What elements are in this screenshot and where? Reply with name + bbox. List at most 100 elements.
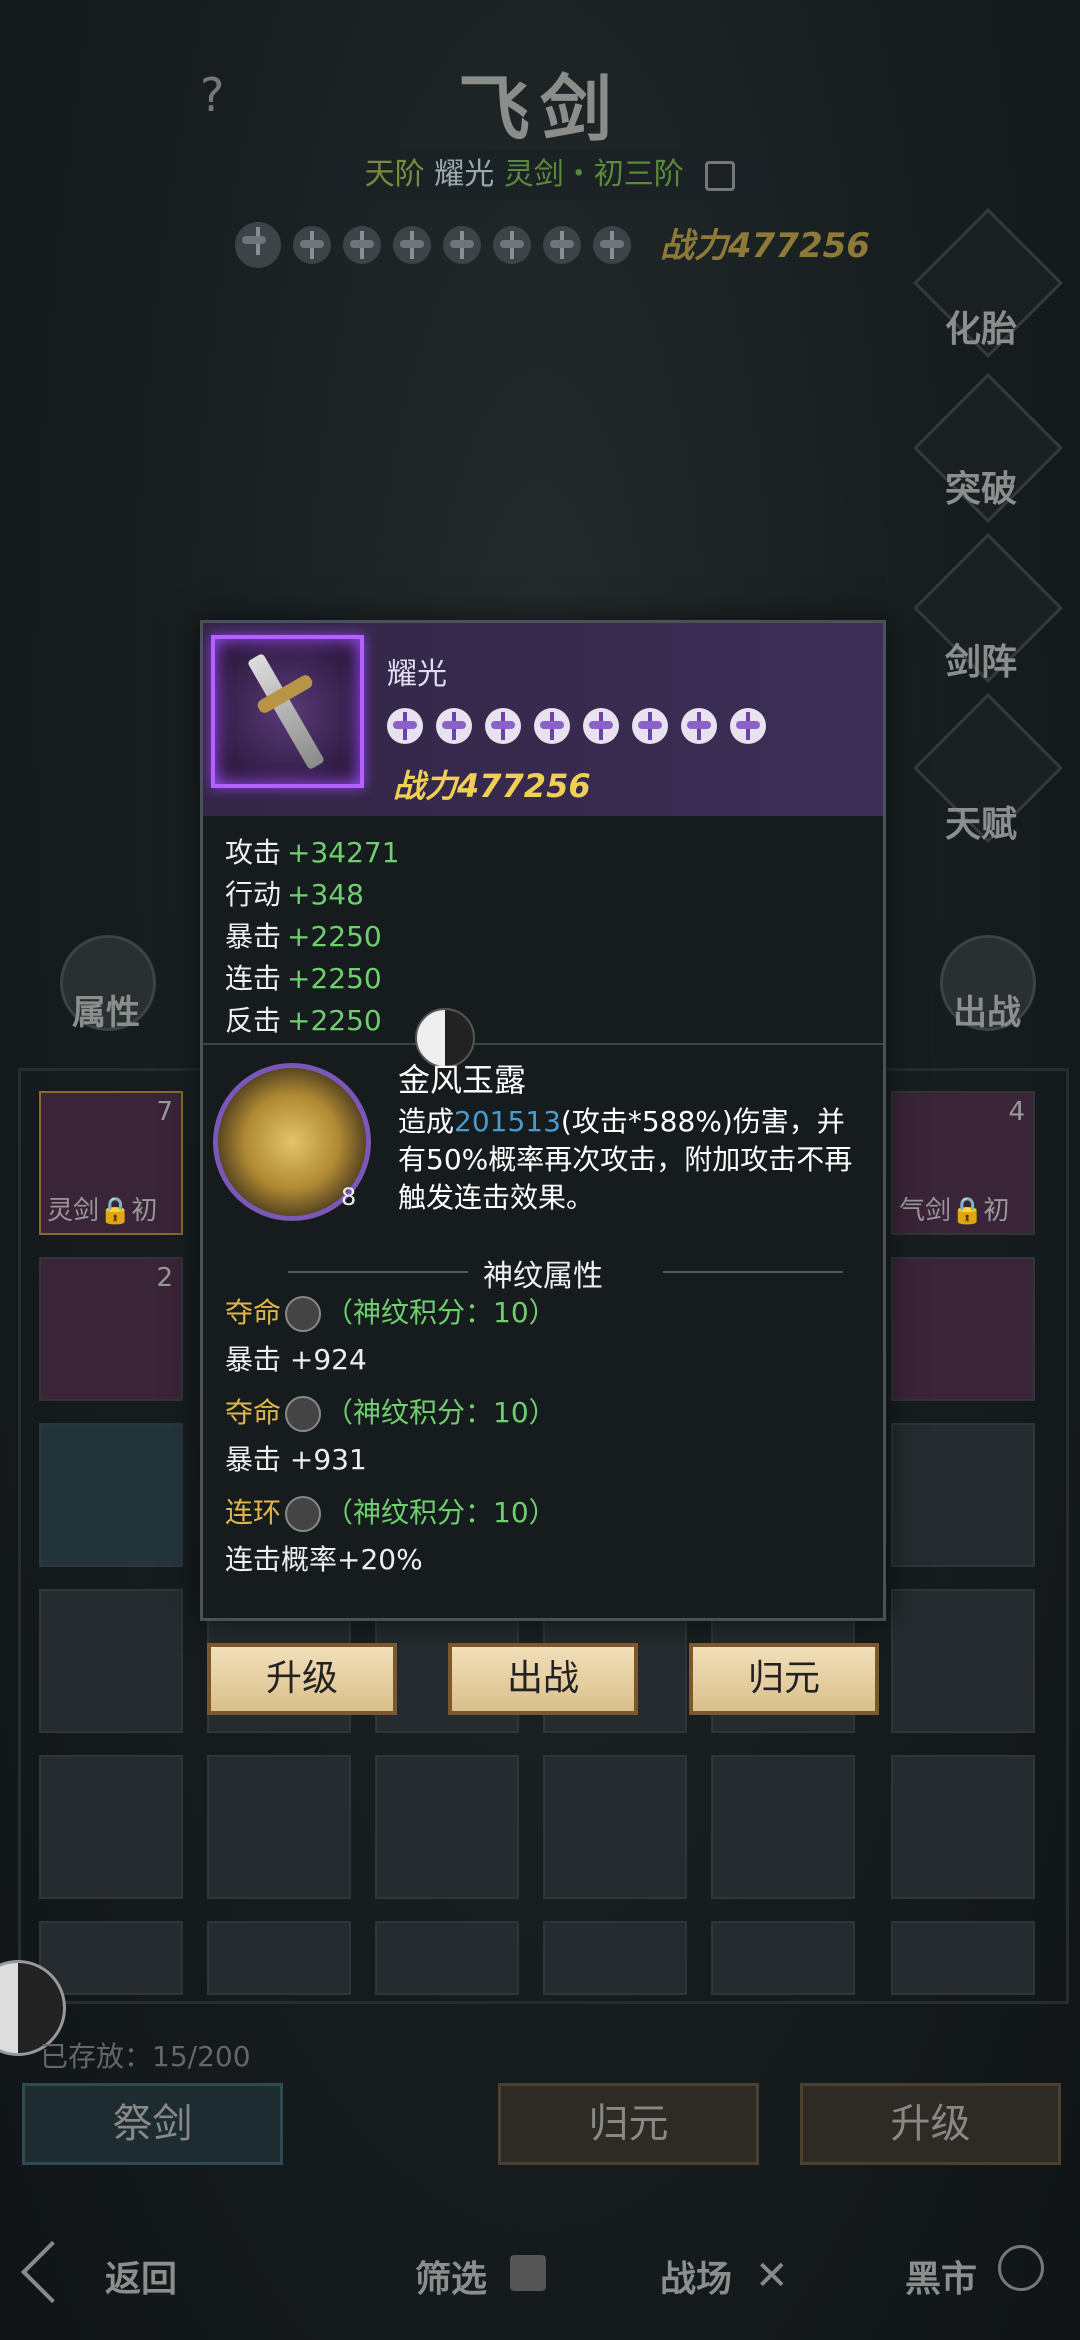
rune-row: 连环 （神纹积分：10） bbox=[225, 1491, 557, 1532]
rune-score: （神纹积分：10） bbox=[325, 1496, 557, 1529]
return-origin-button[interactable]: 归元 bbox=[498, 2083, 759, 2165]
emblem-icon bbox=[583, 708, 619, 744]
rune-stat: 暴击 +931 bbox=[225, 1443, 367, 1476]
skill-description: 造成201513(攻击*588%)伤害，并有50%概率再次攻击，附加攻击不再触发… bbox=[398, 1103, 868, 1217]
sword-slot[interactable] bbox=[39, 1921, 183, 1995]
sword-slot[interactable] bbox=[891, 1589, 1035, 1733]
popup-deploy-button[interactable]: 出战 bbox=[448, 1643, 638, 1715]
sword-subtitle-bar: 天阶 耀光 灵剑・初三阶 bbox=[335, 150, 765, 200]
emblem-icon bbox=[593, 226, 631, 264]
skill-desc-prefix: 造成 bbox=[398, 1105, 455, 1138]
sword-type-label: 灵剑・初三阶 bbox=[503, 157, 684, 192]
sword-slot[interactable] bbox=[891, 1921, 1035, 1995]
sword-slot[interactable]: 7 灵剑🔒初 bbox=[39, 1091, 183, 1235]
emblem-icon bbox=[393, 226, 431, 264]
deploy-tab-label: 出战 bbox=[953, 993, 1021, 1033]
rune-name: 夺命 bbox=[225, 1296, 282, 1329]
stat-counter: 反击 +2250 bbox=[225, 999, 400, 1041]
market-icon bbox=[998, 2245, 1044, 2291]
emblem-icon bbox=[343, 226, 381, 264]
page-title: 飞剑 bbox=[457, 66, 622, 151]
star-emblem-row bbox=[235, 220, 631, 270]
sword-slot[interactable] bbox=[39, 1755, 183, 1899]
side-nav-formation-label: 剑阵 bbox=[945, 641, 1018, 683]
slot-label: 灵剑🔒初 bbox=[47, 1196, 158, 1226]
rune-icon bbox=[285, 1396, 322, 1432]
combat-power: 战力477256 bbox=[393, 767, 591, 805]
emblem-icon bbox=[387, 708, 423, 744]
emblem-icon bbox=[632, 708, 668, 744]
stat-value: +2250 bbox=[287, 1004, 382, 1037]
popup-return-button[interactable]: 归元 bbox=[689, 1643, 879, 1715]
lock-icon[interactable] bbox=[705, 160, 736, 191]
rune-icon bbox=[285, 1296, 322, 1332]
nav-back[interactable]: 返回 bbox=[105, 2250, 177, 2302]
stat-value: +2250 bbox=[287, 920, 382, 953]
sword-slot[interactable] bbox=[543, 1755, 687, 1899]
sword-slot[interactable] bbox=[39, 1589, 183, 1733]
sword-slot[interactable] bbox=[207, 1755, 351, 1899]
skill-level: 8 bbox=[341, 1183, 357, 1211]
side-nav-breakthrough-label: 突破 bbox=[945, 468, 1018, 510]
nav-market[interactable]: 黑市 bbox=[905, 2250, 977, 2302]
sword-slot[interactable] bbox=[375, 1755, 519, 1899]
slot-count: 7 bbox=[156, 1097, 173, 1127]
sword-detail-popup: 耀光 战力477256 攻击 +34271 行动 +348 暴击 +2250 连击 +2… bbox=[200, 620, 886, 1621]
sword-slot[interactable] bbox=[375, 1921, 519, 1995]
tier-label: 天阶 bbox=[364, 157, 425, 192]
storage-count: 已存放：15/200 bbox=[40, 2040, 251, 2073]
crossed-swords-icon: ✕ bbox=[755, 2253, 789, 2299]
sword-slot[interactable] bbox=[891, 1257, 1035, 1401]
sword-slot[interactable] bbox=[207, 1921, 351, 1995]
stat-crit: 暴击 +2250 bbox=[225, 915, 400, 957]
nav-battlefield[interactable]: 战场 bbox=[660, 2250, 732, 2302]
sword-slot[interactable] bbox=[711, 1755, 855, 1899]
sword-icon bbox=[211, 635, 364, 788]
stat-combo: 连击 +2250 bbox=[225, 957, 400, 999]
skill-damage-value: 201513 bbox=[454, 1105, 561, 1138]
sword-slot[interactable] bbox=[543, 1921, 687, 1995]
emblem-row bbox=[387, 708, 766, 744]
rune-name: 连环 bbox=[225, 1496, 282, 1529]
sacrifice-sword-button[interactable]: 祭剑 bbox=[22, 2083, 283, 2165]
rune-section-title: 神纹属性 bbox=[203, 1251, 883, 1295]
slot-count: 4 bbox=[1008, 1097, 1025, 1127]
emblem-icon bbox=[543, 226, 581, 264]
sword-slot[interactable] bbox=[711, 1921, 855, 1995]
sword-slot[interactable]: 4 气剑🔒初 bbox=[891, 1091, 1035, 1235]
stat-key: 攻击 bbox=[225, 836, 282, 869]
rune-stat: 暴击 +924 bbox=[225, 1343, 367, 1376]
emblem-icon bbox=[485, 708, 521, 744]
rune-row: 夺命 （神纹积分：10） bbox=[225, 1291, 557, 1332]
slot-label: 气剑🔒初 bbox=[899, 1196, 1010, 1226]
popup-header: 耀光 战力477256 bbox=[203, 623, 883, 816]
sword-slot[interactable]: 2 bbox=[39, 1257, 183, 1401]
rune-stat: 连击概率+20% bbox=[225, 1543, 423, 1576]
sword-slot[interactable] bbox=[891, 1755, 1035, 1899]
sword-slot[interactable] bbox=[891, 1423, 1035, 1567]
stat-value: +34271 bbox=[287, 836, 400, 869]
stat-value: +348 bbox=[287, 878, 364, 911]
sword-slot[interactable] bbox=[39, 1423, 183, 1567]
stat-key: 反击 bbox=[225, 1004, 282, 1037]
emblem-icon bbox=[293, 226, 331, 264]
nav-filter[interactable]: 筛选 bbox=[415, 2250, 487, 2302]
popup-upgrade-button[interactable]: 升级 bbox=[207, 1643, 397, 1715]
stat-attack: 攻击 +34271 bbox=[225, 831, 400, 873]
rune-name: 夺命 bbox=[225, 1396, 282, 1429]
stat-key: 行动 bbox=[225, 878, 282, 911]
emblem-icon bbox=[493, 226, 531, 264]
rune-icon bbox=[285, 1496, 322, 1532]
emblem-icon bbox=[436, 708, 472, 744]
attributes-tab-label: 属性 bbox=[72, 993, 140, 1033]
sword-name: 耀光 bbox=[387, 657, 447, 692]
stat-key: 连击 bbox=[225, 962, 282, 995]
upgrade-button[interactable]: 升级 bbox=[800, 2083, 1061, 2165]
rune-score: （神纹积分：10） bbox=[325, 1396, 557, 1429]
combat-power-top: 战力477256 bbox=[660, 226, 870, 266]
sword-blade-icon bbox=[246, 652, 326, 771]
emblem-icon bbox=[235, 222, 281, 268]
side-nav-talent-label: 天赋 bbox=[945, 803, 1018, 845]
stat-key: 暴击 bbox=[225, 920, 282, 953]
stat-list: 攻击 +34271 行动 +348 暴击 +2250 连击 +2250 反击 +2250 bbox=[225, 831, 400, 1041]
